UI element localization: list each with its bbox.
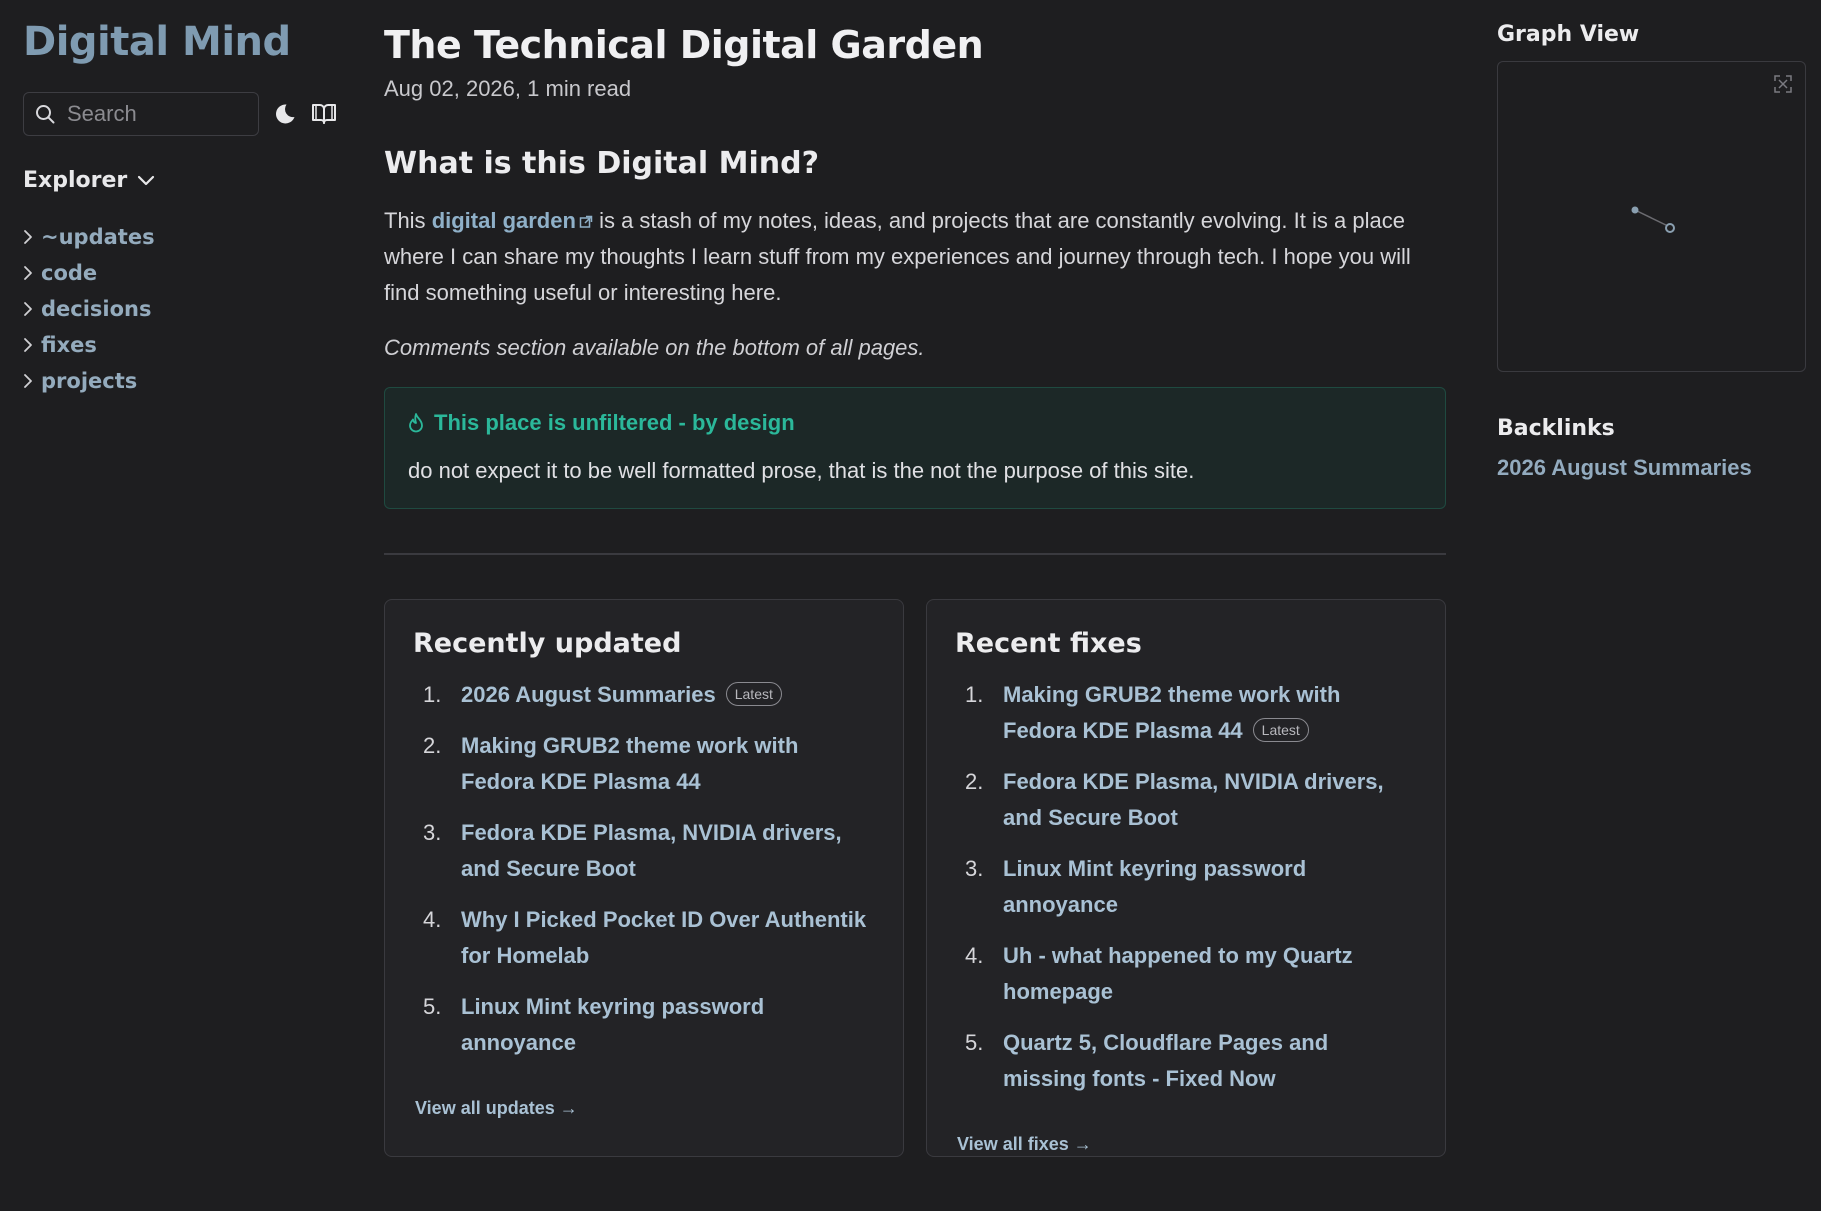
backlink-item[interactable]: 2026 August Summaries — [1497, 455, 1752, 481]
search-row: Search — [23, 92, 353, 136]
view-all-fixes-link[interactable]: View all fixes → — [955, 1134, 1092, 1155]
page-meta: Aug 02, 2026, 1 min read — [384, 76, 1446, 102]
recent-fix-link[interactable]: Uh - what happened to my Quartz homepage — [1003, 938, 1417, 1010]
graph-node-current[interactable] — [1665, 223, 1675, 233]
page: Digital Mind Search Explorer ~updates co… — [0, 0, 1821, 1211]
search-icon — [36, 105, 55, 124]
moon-icon — [276, 104, 295, 124]
graph-edge — [1634, 209, 1671, 228]
list-item: 1. 2026 August Summaries Latest — [413, 677, 875, 713]
folder-label: ~updates — [41, 225, 155, 249]
recently-updated-list: 1. 2026 August Summaries Latest 2. Making… — [413, 677, 875, 1061]
list-item: 3. Linux Mint keyring password annoyance — [955, 851, 1417, 923]
cards-row: Recently updated 1. 2026 August Summarie… — [384, 598, 1446, 1157]
recent-update-link[interactable]: 2026 August Summaries — [461, 682, 716, 707]
external-link-icon — [579, 215, 593, 228]
graph-view[interactable] — [1497, 61, 1806, 372]
explorer-list: ~updates code decisions fixes projects — [23, 219, 353, 399]
page-title: The Technical Digital Garden — [384, 23, 984, 67]
callout-body: do not expect it to be well formatted pr… — [408, 457, 1195, 483]
explorer-folder-fixes[interactable]: fixes — [23, 327, 353, 363]
divider — [384, 552, 1446, 555]
page-date: Aug 02, 2026, — [384, 75, 522, 101]
list-item: 4. Why I Picked Pocket ID Over Authentik… — [413, 902, 875, 974]
site-title[interactable]: Digital Mind — [23, 18, 353, 66]
comments-note: Comments section available on the bottom… — [384, 334, 925, 360]
folder-label: projects — [41, 369, 138, 393]
recently-updated-title: Recently updated — [413, 627, 682, 659]
recent-update-link[interactable]: Making GRUB2 theme work with Fedora KDE … — [461, 728, 875, 800]
left-sidebar: Digital Mind Search Explorer ~updates co… — [23, 18, 353, 399]
chevron-right-icon — [24, 338, 32, 352]
backlinks-title: Backlinks — [1497, 416, 1615, 441]
chevron-down-icon — [138, 175, 155, 185]
callout: This place is unfiltered - by design do … — [384, 386, 1446, 509]
recent-fixes-card: Recent fixes 1. Making GRUB2 theme work … — [926, 598, 1446, 1157]
graph-canvas — [1631, 206, 1675, 233]
search-placeholder: Search — [67, 101, 137, 126]
graph-node[interactable] — [1631, 206, 1639, 214]
explorer-toggle[interactable]: Explorer — [23, 168, 353, 193]
recent-update-link[interactable]: Why I Picked Pocket ID Over Authentik fo… — [461, 902, 875, 974]
folder-label: decisions — [41, 297, 152, 321]
chevron-right-icon — [24, 266, 32, 280]
intro-prefix: This — [384, 207, 426, 233]
recent-fixes-title: Recent fixes — [955, 627, 1142, 659]
right-sidebar: Graph View Backlinks 2026 August Summari… — [1497, 22, 1807, 481]
folder-label: code — [41, 261, 98, 285]
page-read-time: 1 min read — [527, 75, 632, 101]
book-icon — [312, 104, 336, 124]
explorer-folder-decisions[interactable]: decisions — [23, 291, 353, 327]
search-input[interactable]: Search — [23, 92, 259, 136]
recently-updated-card: Recently updated 1. 2026 August Summarie… — [384, 598, 904, 1157]
latest-badge: Latest — [1252, 717, 1309, 742]
recent-update-link[interactable]: Fedora KDE Plasma, NVIDIA drivers, and S… — [461, 815, 875, 887]
explorer-folder-updates[interactable]: ~updates — [23, 219, 353, 255]
recent-fix-link[interactable]: Fedora KDE Plasma, NVIDIA drivers, and S… — [1003, 764, 1417, 836]
recent-fix-link[interactable]: Quartz 5, Cloudflare Pages and missing f… — [1003, 1025, 1417, 1097]
list-item: 4. Uh - what happened to my Quartz homep… — [955, 938, 1417, 1010]
chevron-right-icon — [24, 302, 32, 316]
list-item: 2. Fedora KDE Plasma, NVIDIA drivers, an… — [955, 764, 1417, 836]
list-item: 2. Making GRUB2 theme work with Fedora K… — [413, 728, 875, 800]
graph-expand-button[interactable] — [1773, 74, 1793, 99]
dark-mode-toggle[interactable] — [273, 102, 297, 126]
recent-fixes-list: 1. Making GRUB2 theme work with Fedora K… — [955, 677, 1417, 1097]
list-item: 5. Linux Mint keyring password annoyance — [413, 989, 875, 1061]
list-item: 1. Making GRUB2 theme work with Fedora K… — [965, 681, 1341, 743]
view-all-updates-link[interactable]: View all updates → — [413, 1098, 578, 1119]
explorer-title: Explorer — [23, 168, 128, 193]
graph-view-title: Graph View — [1497, 22, 1640, 47]
explorer-folder-code[interactable]: code — [23, 255, 353, 291]
recent-update-link[interactable]: Linux Mint keyring password annoyance — [461, 989, 875, 1061]
list-item: 3. Fedora KDE Plasma, NVIDIA drivers, an… — [413, 815, 875, 887]
digital-garden-link[interactable]: digital garden — [432, 208, 593, 233]
latest-badge: Latest — [725, 681, 782, 706]
chevron-right-icon — [24, 374, 32, 388]
list-item: 5. Quartz 5, Cloudflare Pages and missin… — [955, 1025, 1417, 1097]
expand-icon — [1774, 75, 1792, 93]
intro-paragraph: This digital garden is a stash of my not… — [384, 203, 1446, 311]
recent-fix-link[interactable]: Linux Mint keyring password annoyance — [1003, 851, 1417, 923]
explorer-folder-projects[interactable]: projects — [23, 363, 353, 399]
digital-garden-link-text: digital garden — [431, 207, 576, 233]
reader-mode-toggle[interactable] — [311, 102, 337, 126]
main-content: The Technical Digital Garden Aug 02, 202… — [384, 22, 1446, 1157]
section-heading: What is this Digital Mind? — [384, 145, 819, 181]
callout-title: This place is unfiltered - by design — [408, 410, 1423, 436]
callout-title-text: This place is unfiltered - by design — [434, 409, 795, 435]
flame-icon — [409, 412, 423, 432]
folder-label: fixes — [41, 333, 97, 357]
chevron-right-icon — [24, 230, 32, 244]
